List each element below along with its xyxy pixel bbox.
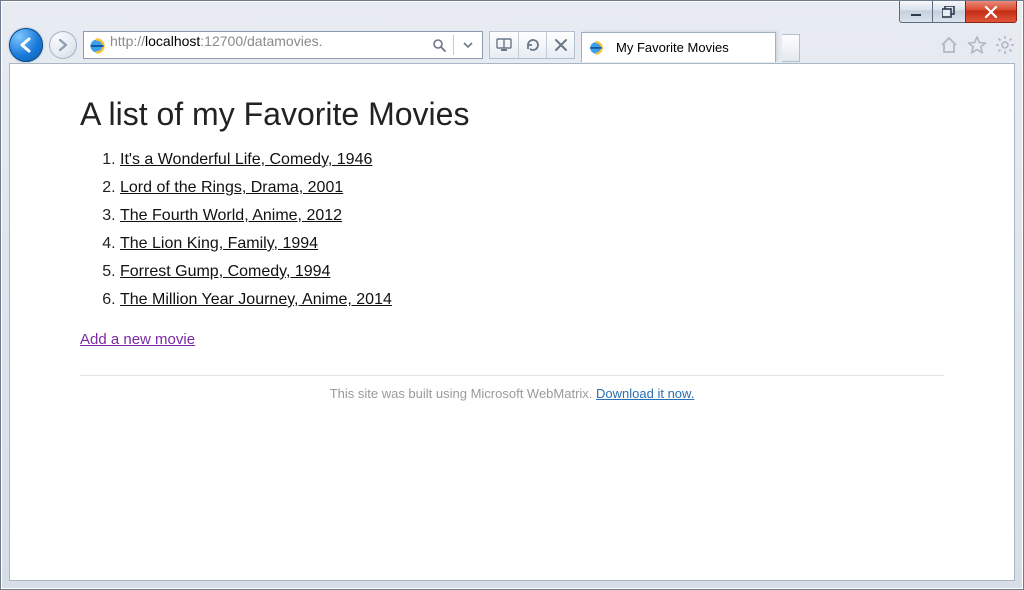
movie-link[interactable]: The Lion King, Family, 1994 bbox=[120, 235, 318, 252]
tab-title: My Favorite Movies bbox=[616, 40, 729, 55]
maximize-button[interactable] bbox=[932, 1, 966, 23]
address-bar[interactable]: http://localhost:12700/datamovies. bbox=[83, 31, 483, 59]
list-item: Forrest Gump, Comedy, 1994 bbox=[120, 263, 944, 281]
footer-download-link[interactable]: Download it now. bbox=[596, 386, 694, 401]
footer-separator bbox=[80, 375, 944, 376]
address-bar-tools bbox=[427, 32, 480, 58]
search-icon[interactable] bbox=[427, 33, 451, 57]
add-movie-link[interactable]: Add a new movie bbox=[80, 331, 195, 348]
favorites-icon[interactable] bbox=[967, 35, 987, 55]
new-tab-button[interactable] bbox=[782, 34, 800, 62]
nav-forward-button[interactable] bbox=[49, 31, 77, 59]
list-item: The Lion King, Family, 1994 bbox=[120, 235, 944, 253]
browser-tab[interactable]: My Favorite Movies bbox=[581, 32, 776, 62]
home-icon[interactable] bbox=[939, 35, 959, 55]
url-prefix: http:// bbox=[110, 33, 145, 49]
list-item: The Million Year Journey, Anime, 2014 bbox=[120, 291, 944, 309]
page-content: A list of my Favorite Movies It's a Wond… bbox=[10, 64, 1014, 421]
url-host: localhost bbox=[145, 33, 200, 49]
nav-back-button[interactable] bbox=[9, 28, 43, 62]
movies-list: It's a Wonderful Life, Comedy, 1946 Lord… bbox=[80, 151, 944, 309]
stop-icon[interactable] bbox=[546, 32, 574, 58]
refresh-icon[interactable] bbox=[518, 32, 546, 58]
tools-icon[interactable] bbox=[995, 35, 1015, 55]
url-rest: :12700/datamovies. bbox=[200, 33, 322, 49]
page-heading: A list of my Favorite Movies bbox=[80, 96, 944, 133]
movie-link[interactable]: Lord of the Rings, Drama, 2001 bbox=[120, 179, 343, 196]
browser-toolbar: http://localhost:12700/datamovies. bbox=[9, 27, 1015, 63]
movie-link[interactable]: It's a Wonderful Life, Comedy, 1946 bbox=[120, 151, 372, 168]
footer-text: This site was built using Microsoft WebM… bbox=[330, 386, 596, 401]
movie-link[interactable]: The Million Year Journey, Anime, 2014 bbox=[120, 291, 392, 308]
list-item: The Fourth World, Anime, 2012 bbox=[120, 207, 944, 225]
tab-favicon-icon bbox=[588, 39, 606, 57]
close-button[interactable] bbox=[965, 1, 1017, 23]
page-viewport: A list of my Favorite Movies It's a Wond… bbox=[9, 63, 1015, 581]
command-bar bbox=[939, 35, 1015, 55]
url-field[interactable]: http://localhost:12700/datamovies. bbox=[110, 33, 427, 57]
list-item: It's a Wonderful Life, Comedy, 1946 bbox=[120, 151, 944, 169]
compat-view-icon[interactable] bbox=[490, 32, 518, 58]
window-caption-buttons bbox=[900, 1, 1017, 23]
footer: This site was built using Microsoft WebM… bbox=[80, 386, 944, 401]
ie-favicon-icon bbox=[88, 36, 106, 54]
browser-window: http://localhost:12700/datamovies. bbox=[0, 0, 1024, 590]
minimize-button[interactable] bbox=[899, 1, 933, 23]
separator bbox=[453, 35, 454, 55]
list-item: Lord of the Rings, Drama, 2001 bbox=[120, 179, 944, 197]
movie-link[interactable]: Forrest Gump, Comedy, 1994 bbox=[120, 263, 330, 280]
dropdown-icon[interactable] bbox=[456, 33, 480, 57]
nav-tool-group bbox=[489, 31, 575, 59]
movie-link[interactable]: The Fourth World, Anime, 2012 bbox=[120, 207, 342, 224]
